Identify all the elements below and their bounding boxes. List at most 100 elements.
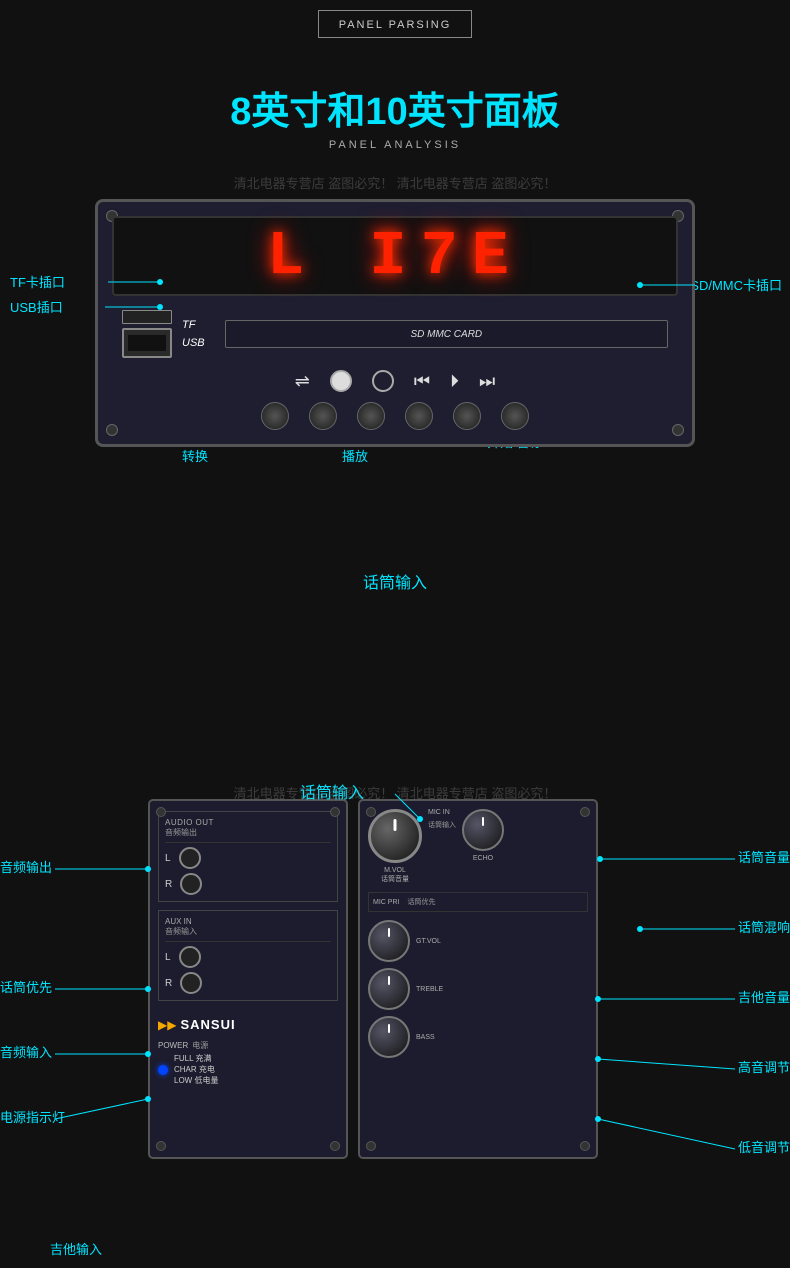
audio-out-l: L: [165, 847, 331, 869]
aux-in-cn: 音频输入: [165, 926, 331, 937]
led-display: L I7E: [112, 216, 678, 296]
audio-out-en: AUDIO OUT: [165, 818, 331, 827]
mic-pri-en: MIC PRI: [373, 899, 399, 906]
aux-in-block: AUX IN 音频输入 L R: [158, 910, 338, 1001]
echo-knob[interactable]: [462, 809, 504, 851]
screw3-bl: [366, 1141, 376, 1151]
icon-play: ⏵: [450, 371, 459, 392]
sd-mmc-label: SD MMC CARD: [410, 329, 482, 340]
btn-2[interactable]: [309, 402, 337, 430]
icon-prev: ⏮: [414, 371, 430, 392]
ports-row: TF USB SD MMC CARD: [112, 310, 678, 358]
char-label: CHAR 充电: [174, 1064, 218, 1075]
screw2-br: [330, 1141, 340, 1151]
watermark-panel1: 清北电器专营店 盗图必究！ 清北电器专营店 盗图必究！: [0, 169, 790, 196]
panel-parsing-label: PANEL PARSING: [339, 19, 452, 31]
panel1-sub-title: PANEL ANALYSIS: [0, 139, 790, 151]
left-device-panel: AUDIO OUT 音频输出 L R AUX IN: [148, 799, 348, 1159]
btn-1[interactable]: [261, 402, 289, 430]
usb-inline-label: USB: [182, 337, 205, 349]
treble-knob[interactable]: [368, 968, 410, 1010]
rca-out-r: [180, 873, 202, 895]
ann-audio-in: 音频输入: [0, 1042, 52, 1061]
ann-guitar-in: 吉他输入: [50, 1239, 102, 1258]
mic-in-section: M.VOL 话筒音量 MIC IN 话筒输入 ECHO: [368, 809, 588, 884]
ann-audio-out: 音频输出: [0, 857, 52, 876]
mic-pri-cn: 话筒优先: [407, 897, 435, 907]
bass-knob[interactable]: [368, 1016, 410, 1058]
aux-in-l-label: L: [165, 952, 171, 963]
ann-power-indicator: 电源指示灯: [0, 1107, 65, 1126]
mic-in-labels: MIC IN 话筒输入: [428, 809, 456, 884]
treble-section: TREBLE: [368, 968, 588, 1010]
panel1-device: L I7E TF USB: [95, 199, 695, 447]
screw3-br: [580, 1141, 590, 1151]
audio-out-block: AUDIO OUT 音频输出 L R: [158, 811, 338, 902]
aux-in-l: L: [165, 946, 331, 968]
gt-vol-knob[interactable]: [368, 920, 410, 962]
mic-knob-col: M.VOL 话筒音量: [368, 809, 422, 884]
power-status-labels: FULL 充满 CHAR 充电 LOW 低电量: [174, 1053, 218, 1086]
usb-port-inner: [128, 335, 166, 351]
controls-icons-row: ⇌ ⏮ ⏵ ⏭: [112, 370, 678, 392]
mic-in-cn: 话筒输入: [428, 820, 456, 830]
power-section: POWER 电源 FULL 充满 CHAR 充电 LOW 低电量: [158, 1040, 338, 1086]
panel-parsing-box: PANEL PARSING: [318, 10, 473, 38]
audio-out-l-label: L: [165, 853, 171, 864]
btn-3[interactable]: [357, 402, 385, 430]
screw-br: [672, 424, 684, 436]
btn-circle-empty: [372, 370, 394, 392]
gt-vol-label: GT.VOL: [416, 938, 441, 945]
label-usb-port: USB插口: [10, 297, 63, 316]
mic-pri-section: MIC PRI 话筒优先: [368, 892, 588, 912]
mvol-label: M.VOL 话筒音量: [381, 867, 409, 884]
btn-4[interactable]: [405, 402, 433, 430]
aux-in-divider: [165, 941, 331, 942]
port-labels: TF USB: [182, 319, 205, 349]
panel2-section: 清北电器专营店 盗图必究！ 清北电器专营店 盗图必究！ AUDIO OUT 音频…: [0, 759, 790, 1268]
middle-device-panel: M.VOL 话筒音量 MIC IN 话筒输入 ECHO: [358, 799, 598, 1159]
treble-label: TREBLE: [416, 986, 443, 993]
tf-slot: [122, 310, 172, 324]
panel1-main-title: 8英寸和10英寸面板: [0, 80, 790, 135]
rca-in-l: [179, 946, 201, 968]
bass-section: BASS: [368, 1016, 588, 1058]
sd-mmc-slot: SD MMC CARD: [225, 320, 668, 348]
gt-vol-section: GT.VOL: [368, 920, 588, 962]
audio-out-r-label: R: [165, 879, 172, 890]
rca-in-r: [180, 972, 202, 994]
usb-tf-group: [122, 310, 172, 358]
sansui-icon: ▶▶: [158, 1018, 176, 1032]
power-indicator-row: FULL 充满 CHAR 充电 LOW 低电量: [158, 1053, 338, 1086]
btn-circle-fill: [330, 370, 352, 392]
mic-volume-knob[interactable]: [368, 809, 422, 863]
screw2-tr: [330, 807, 340, 817]
audio-out-r: R: [165, 873, 331, 895]
ann-guitar-volume: 吉他音量: [738, 987, 790, 1006]
label-tf-port: TF卡插口: [10, 272, 65, 291]
ann-bass: 低音调节: [738, 1137, 790, 1156]
power-led: [158, 1065, 168, 1075]
screw3-tr: [580, 807, 590, 817]
label-mic-input: 话筒输入: [0, 569, 790, 593]
aux-in-r: R: [165, 972, 331, 994]
mic-in-en: MIC IN: [428, 809, 456, 816]
audio-out-divider: [165, 842, 331, 843]
echo-col: ECHO: [462, 809, 504, 884]
screw-bl: [106, 424, 118, 436]
full-label: FULL 充满: [174, 1053, 218, 1064]
tf-inline-label: TF: [182, 319, 195, 331]
round-btns-row: [112, 402, 678, 430]
btn-6[interactable]: [501, 402, 529, 430]
screw2-tl: [156, 807, 166, 817]
bottom-labels-row: 吉他输入: [0, 1229, 790, 1258]
btn-5[interactable]: [453, 402, 481, 430]
sansui-logo-area: ▶▶ SANSUI: [158, 1017, 338, 1032]
usb-port: [122, 328, 172, 358]
screw2-bl: [156, 1141, 166, 1151]
screw3-tl: [366, 807, 376, 817]
ann-mic-echo: 话筒混响: [738, 917, 790, 936]
power-en: POWER 电源: [158, 1040, 338, 1051]
full-page: PANEL PARSING 8英寸和10英寸面板 PANEL ANALYSIS …: [0, 0, 790, 1268]
ann-mic-input-main: 话筒输入: [300, 779, 364, 803]
